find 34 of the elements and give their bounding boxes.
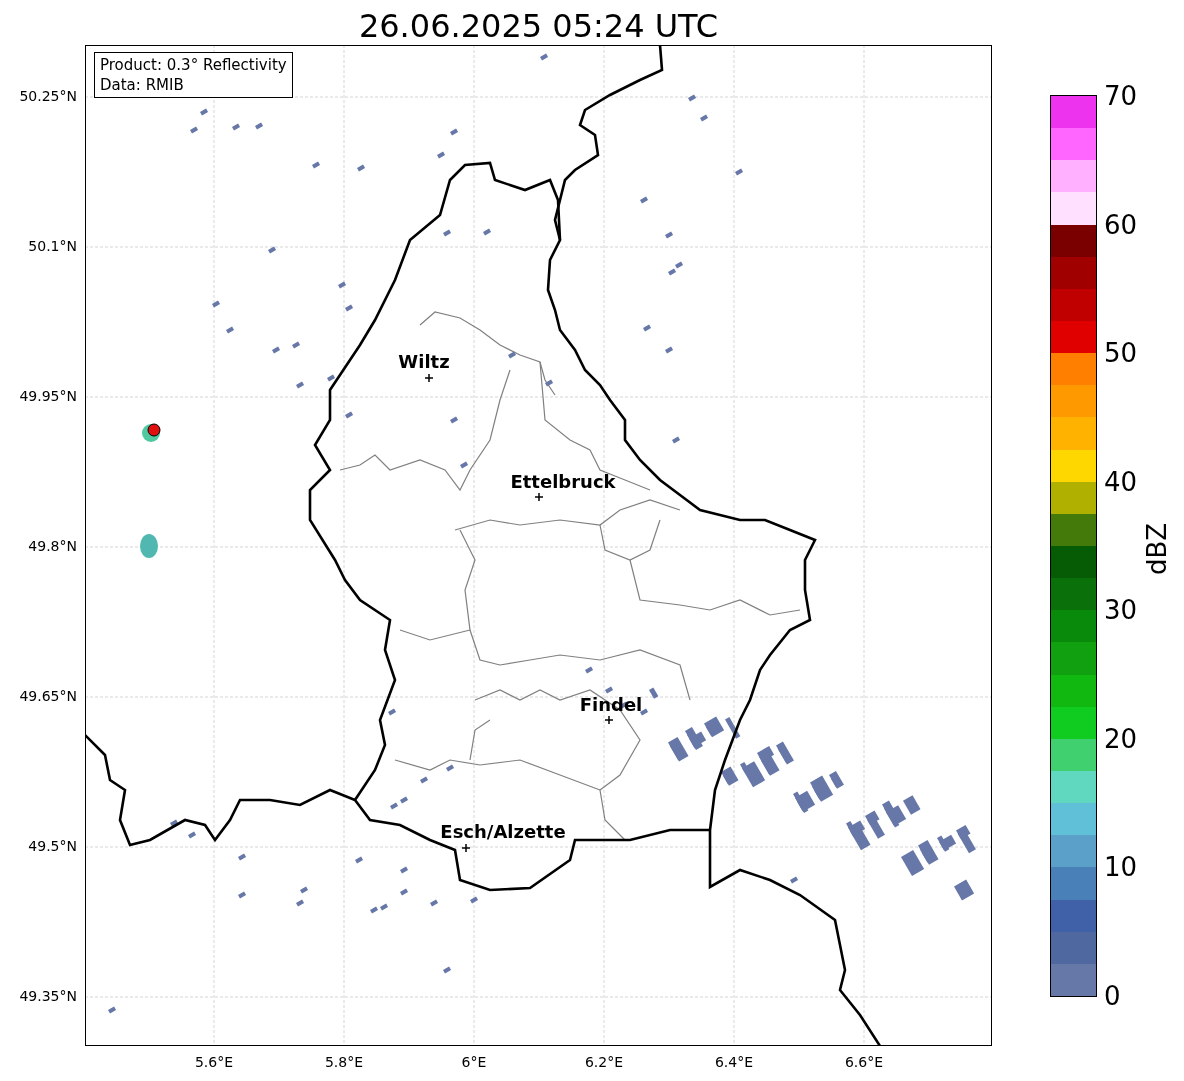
- city-label: Wiltz: [398, 351, 450, 372]
- colorbar-tick-label: 70: [1104, 81, 1138, 111]
- longitude-label: 6°E: [461, 1054, 487, 1070]
- city-marker-icon: [424, 373, 434, 383]
- chart-title: 26.06.2025 05:24 UTC: [357, 6, 720, 45]
- longitude-label: 6.4°E: [714, 1054, 754, 1070]
- colorbar-tick-label: 40: [1104, 466, 1138, 497]
- product-text: Product: 0.3° Reflectivity: [100, 55, 287, 75]
- longitude-label: 6.2°E: [584, 1054, 624, 1070]
- city-label: Findel: [579, 694, 643, 715]
- colorbar-tick-label: 60: [1104, 209, 1138, 240]
- longitude-label: 6.6°E: [844, 1054, 884, 1070]
- city-marker-icon: [461, 843, 471, 853]
- city-label: Ettelbruck: [510, 471, 616, 492]
- latitude-label: 50.25°N: [19, 88, 77, 104]
- data-source-text: Data: RMIB: [100, 75, 185, 95]
- latitude-label: 49.95°N: [19, 388, 77, 404]
- colorbar-tick-label: 30: [1104, 595, 1138, 626]
- colorbar-tick-label: 50: [1104, 338, 1138, 369]
- city-label: Esch/Alzette: [440, 821, 566, 842]
- radar-site-icon: [147, 423, 161, 437]
- city-marker-icon: [534, 492, 544, 502]
- longitude-label: 5.6°E: [194, 1054, 234, 1070]
- latitude-label: 50.1°N: [28, 238, 77, 254]
- latitude-label: 49.8°N: [28, 538, 77, 554]
- latitude-label: 49.65°N: [19, 688, 77, 704]
- colorbar-tick-label: 0: [1104, 981, 1121, 1011]
- colorbar-tick-label: 10: [1104, 852, 1138, 883]
- colorbar-tick-label: 20: [1104, 723, 1138, 754]
- colorbar-label: dBZ: [1142, 522, 1172, 575]
- latitude-label: 49.35°N: [19, 988, 77, 1004]
- latitude-label: 49.5°N: [28, 838, 77, 854]
- longitude-label: 5.8°E: [324, 1054, 364, 1070]
- city-marker-icon: [604, 715, 614, 725]
